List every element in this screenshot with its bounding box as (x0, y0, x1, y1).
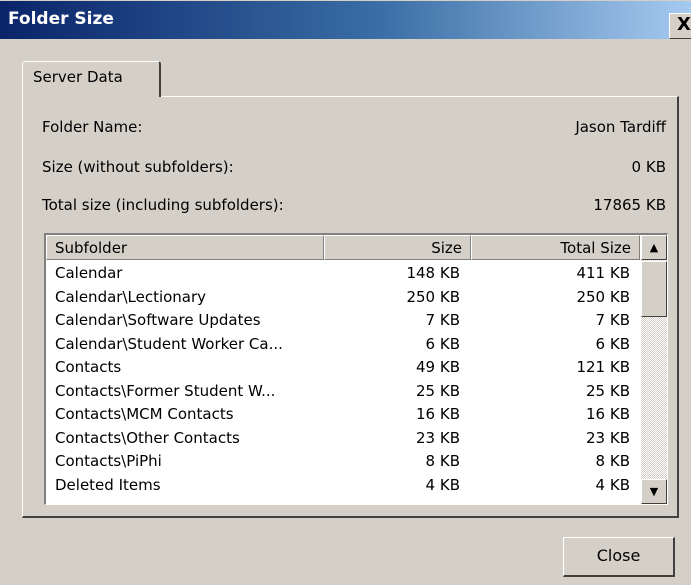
column-header-total-size[interactable]: Total Size (471, 235, 640, 260)
total-size-cell: 6 KB (595, 334, 630, 353)
total-size-cell: 16 KB (586, 405, 630, 423)
size-cell: 7 KB (425, 311, 460, 329)
size-value: 0 KB (631, 158, 666, 176)
tab-server-data[interactable]: Server Data (22, 61, 161, 97)
subfolder-cell: Contacts\PiPhi (55, 452, 162, 470)
subfolder-cell: Contacts (55, 358, 122, 376)
subfolder-cell: Calendar (55, 264, 123, 282)
total-size-label: Total size (including subfolders): (42, 196, 284, 214)
total-size-cell: 411 KB (576, 264, 630, 282)
table-row[interactable]: Contacts\PiPhi 8 KB 8 KB (46, 450, 640, 474)
subfolder-cell: Calendar\Student Worker Ca... (55, 334, 283, 353)
subfolder-cell: Calendar\Software Updates (55, 311, 261, 329)
list-rows: Calendar 148 KB 411 KB Calendar\Lectionary 2… (46, 262, 640, 497)
size-cell: 49 KB (416, 358, 460, 376)
close-window-icon[interactable]: X (669, 13, 691, 39)
total-size-cell: 250 KB (576, 287, 630, 306)
total-size-cell: 7 KB (595, 311, 630, 329)
table-row[interactable]: Calendar\Lectionary 250 KB 250 KB (46, 286, 640, 310)
subfolder-cell: Contacts\MCM Contacts (55, 405, 234, 423)
table-row[interactable]: Contacts\MCM Contacts 16 KB 16 KB (46, 403, 640, 427)
size-cell: 4 KB (425, 475, 460, 494)
subfolder-cell: Contacts\Former Student W... (55, 381, 276, 400)
folder-name-label: Folder Name: (42, 118, 143, 136)
subfolder-cell: Calendar\Lectionary (55, 287, 207, 306)
subfolder-cell: Deleted Items (55, 475, 161, 494)
table-row[interactable]: Deleted Items 4 KB 4 KB (46, 474, 640, 498)
size-cell: 16 KB (416, 405, 460, 423)
subfolder-cell: Contacts\Other Contacts (55, 428, 240, 447)
scroll-down-arrow-icon[interactable]: ▼ (641, 479, 667, 504)
folder-name-value: Jason Tardiff (575, 118, 666, 136)
folder-size-dialog: Folder Size X Server Data Folder Name: J… (0, 0, 691, 585)
table-row[interactable]: Contacts\Other Contacts 23 KB 23 KB (46, 427, 640, 451)
window-title: Folder Size (8, 9, 114, 29)
total-size-cell: 25 KB (586, 381, 630, 400)
close-button[interactable]: Close (563, 537, 675, 577)
size-cell: 6 KB (425, 334, 460, 353)
total-size-cell: 8 KB (595, 452, 630, 470)
total-size-cell: 23 KB (586, 428, 630, 447)
size-label: Size (without subfolders): (42, 158, 234, 176)
total-size-value: 17865 KB (593, 196, 666, 214)
vertical-scrollbar[interactable]: ▲ ▼ (641, 235, 667, 504)
table-row[interactable]: Calendar\Student Worker Ca... 6 KB 6 KB (46, 333, 640, 357)
subfolder-list[interactable]: Subfolder Size Total Size Calendar 148 KB… (44, 233, 668, 505)
column-header-subfolder[interactable]: Subfolder (46, 235, 324, 260)
table-row[interactable]: Calendar\Software Updates 7 KB 7 KB (46, 309, 640, 333)
scroll-up-arrow-icon[interactable]: ▲ (641, 235, 667, 260)
size-cell: 148 KB (406, 264, 460, 282)
title-bar[interactable]: Folder Size (0, 1, 691, 39)
table-row[interactable]: Calendar 148 KB 411 KB (46, 262, 640, 286)
table-row[interactable]: Contacts 49 KB 121 KB (46, 356, 640, 380)
table-row[interactable]: Contacts\Former Student W... 25 KB 25 KB (46, 380, 640, 404)
tab-label: Server Data (33, 68, 123, 86)
total-size-cell: 4 KB (595, 475, 630, 494)
size-cell: 25 KB (416, 381, 460, 400)
size-cell: 250 KB (406, 287, 460, 306)
total-size-cell: 121 KB (576, 358, 630, 376)
size-cell: 23 KB (416, 428, 460, 447)
column-header-size[interactable]: Size (324, 235, 471, 260)
size-cell: 8 KB (425, 452, 460, 470)
scroll-thumb[interactable] (641, 261, 667, 317)
list-header: Subfolder Size Total Size (46, 235, 640, 260)
